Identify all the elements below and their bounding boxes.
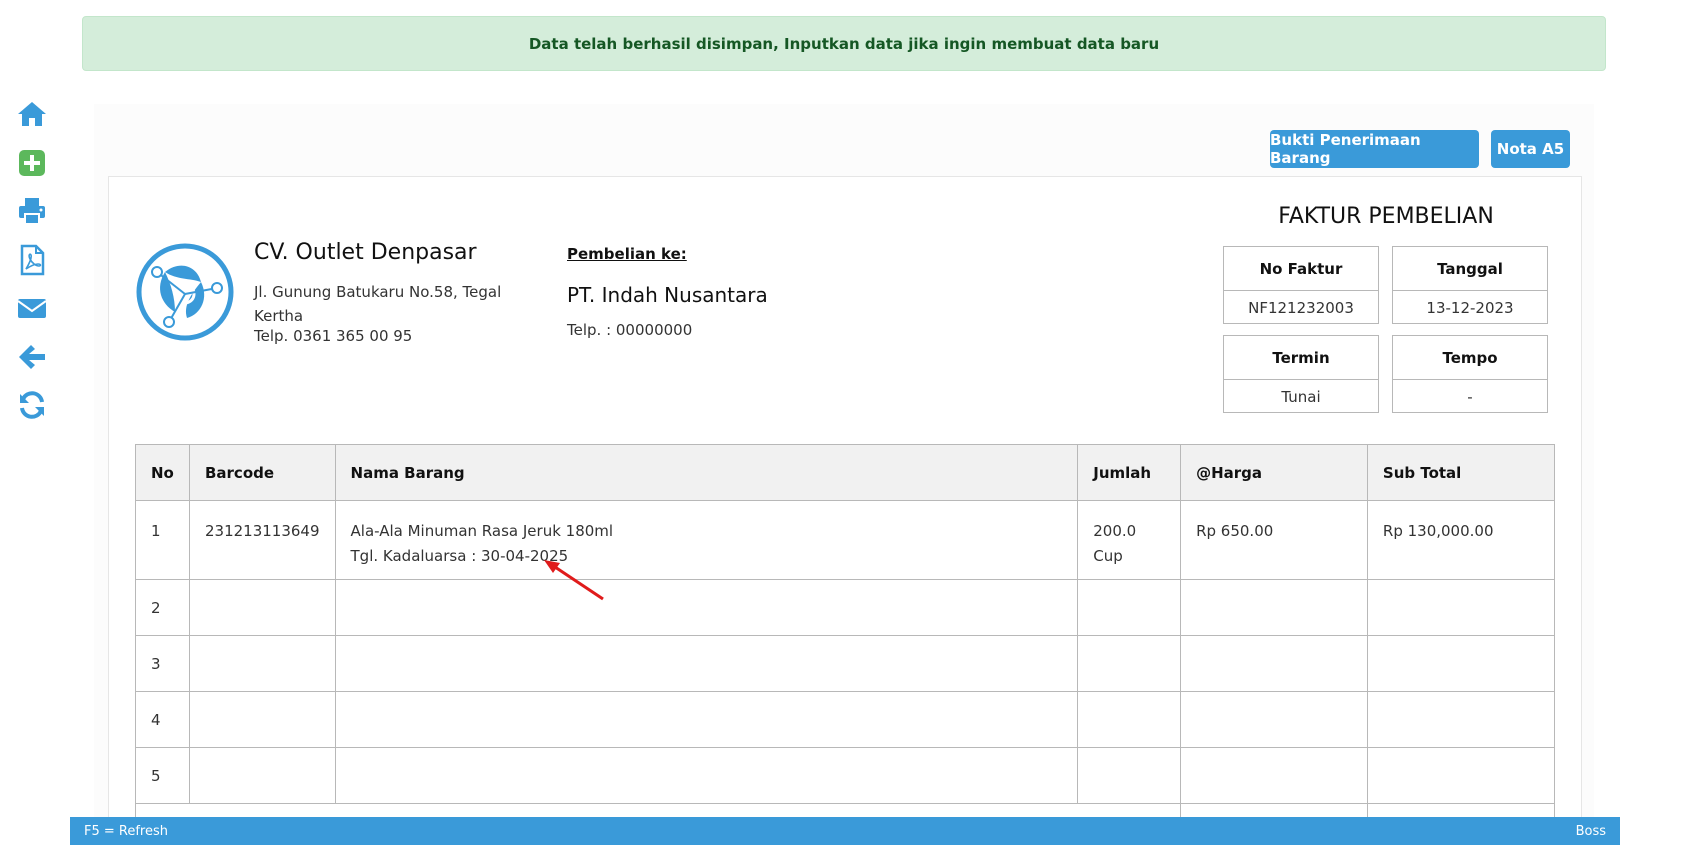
header-barcode: Barcode	[188, 444, 336, 501]
pdf-file-icon	[20, 244, 45, 275]
table-row: 2	[135, 579, 1556, 636]
status-bar: F5 = Refresh Boss	[70, 817, 1620, 845]
tempo-label: Tempo	[1393, 336, 1547, 380]
tanggal-value: 13-12-2023	[1426, 298, 1514, 317]
termin-box: Termin Tunai	[1223, 335, 1379, 413]
company-phone: Telp. 0361 365 00 95	[254, 327, 413, 345]
plus-square-icon	[19, 149, 45, 176]
alert-message: Data telah berhasil disimpan, Inputkan d…	[528, 34, 1160, 53]
no-faktur-box: No Faktur NF121232003	[1223, 246, 1379, 324]
supplier-phone: Telp. : 00000000	[567, 321, 693, 339]
company-address: Jl. Gunung Batukaru No.58, Tegal Kertha	[254, 283, 502, 325]
cell-no: 5	[135, 747, 190, 804]
cell-harga: Rp 650.00	[1180, 500, 1368, 580]
cell-nama-barang: Ala-Ala Minuman Rasa Jeruk 180ml Tgl. Ka…	[334, 500, 1079, 580]
refresh-icon	[20, 391, 44, 419]
table-header-row: No Barcode Nama Barang Jumlah @Harga Sub…	[135, 444, 1556, 501]
cell-barcode: 231213113649	[188, 500, 336, 580]
company-name: CV. Outlet Denpasar	[254, 240, 477, 265]
refresh-button[interactable]	[14, 389, 50, 425]
table-row: 3	[135, 635, 1556, 692]
status-hint: F5 = Refresh	[84, 823, 168, 839]
item-expiry: Tgl. Kadaluarsa : 30-04-2025	[350, 547, 569, 565]
cell-no: 4	[135, 691, 190, 748]
supplier-name: PT. Indah Nusantara	[567, 283, 768, 307]
print-button[interactable]	[14, 195, 50, 231]
print-icon	[19, 198, 45, 225]
cell-no: 2	[135, 579, 190, 636]
cell-no: 1	[135, 500, 190, 580]
header-harga: @Harga	[1180, 444, 1368, 501]
tanggal-label: Tanggal	[1393, 247, 1547, 291]
status-user: Boss	[1575, 823, 1606, 839]
no-faktur-value: NF121232003	[1248, 298, 1354, 317]
home-icon	[18, 102, 46, 126]
supplier-label: Pembelian ke:	[567, 245, 687, 263]
header-sub-total: Sub Total	[1366, 444, 1556, 501]
cell-no: 3	[135, 635, 190, 692]
pdf-button[interactable]	[14, 244, 50, 280]
header-jumlah: Jumlah	[1077, 444, 1182, 501]
cell-sub-total: Rp 130,000.00	[1366, 500, 1556, 580]
table-row: 5	[135, 747, 1556, 804]
item-name: Ala-Ala Minuman Rasa Jeruk 180ml	[350, 522, 614, 540]
header-no: No	[135, 444, 190, 501]
success-alert: Data telah berhasil disimpan, Inputkan d…	[82, 16, 1606, 71]
sidebar-toolbar	[14, 96, 50, 438]
home-button[interactable]	[14, 98, 50, 134]
items-table: No Barcode Nama Barang Jumlah @Harga Sub…	[134, 444, 1556, 825]
no-faktur-label: No Faktur	[1224, 247, 1378, 291]
table-row: 1 231213113649 Ala-Ala Minuman Rasa Jeru…	[135, 500, 1556, 580]
arrow-left-icon	[19, 344, 45, 369]
tempo-box: Tempo -	[1392, 335, 1548, 413]
termin-label: Termin	[1224, 336, 1378, 380]
invoice-title: FAKTUR PEMBELIAN	[1278, 204, 1494, 229]
table-row: 4	[135, 691, 1556, 748]
back-button[interactable]	[14, 341, 50, 377]
company-logo	[136, 243, 234, 341]
add-button[interactable]	[14, 147, 50, 183]
email-button[interactable]	[14, 292, 50, 328]
annotation-arrow-icon	[544, 560, 604, 601]
bukti-penerimaan-button[interactable]: Bukti Penerimaan Barang	[1270, 130, 1479, 168]
tanggal-box: Tanggal 13-12-2023	[1392, 246, 1548, 324]
header-nama-barang: Nama Barang	[334, 444, 1079, 501]
termin-value: Tunai	[1281, 387, 1321, 406]
envelope-icon	[17, 299, 47, 318]
tempo-value: -	[1467, 387, 1473, 406]
cell-jumlah: 200.0 Cup	[1077, 500, 1182, 580]
nota-a5-button[interactable]: Nota A5	[1491, 130, 1570, 168]
